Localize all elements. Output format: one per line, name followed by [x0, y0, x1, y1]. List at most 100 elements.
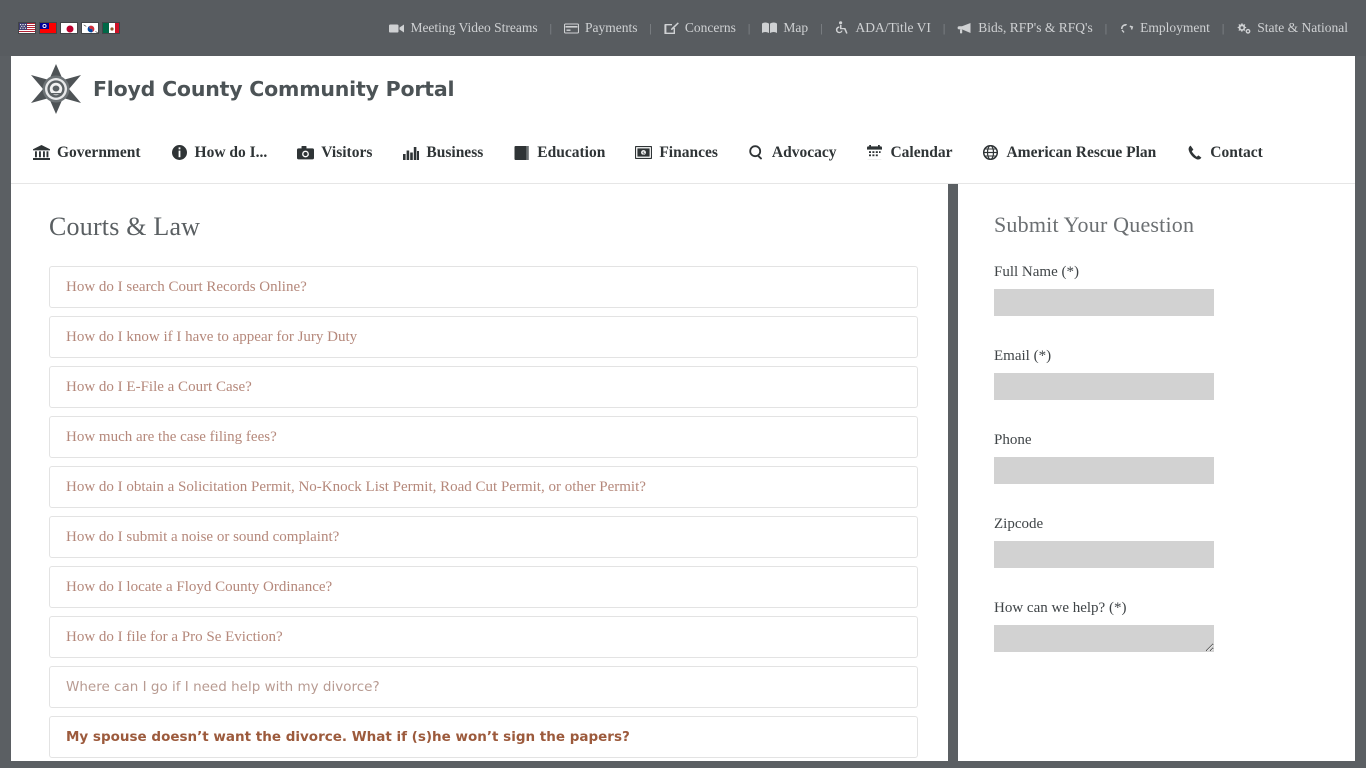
nav-item-contact[interactable]: Contact	[1186, 144, 1263, 162]
nav-item-label: Visitors	[321, 143, 373, 161]
faq-link[interactable]: How do I obtain a Solicitation Permit, N…	[66, 478, 646, 496]
flag-mexico[interactable]	[102, 22, 120, 34]
nav-item-visitors[interactable]: Visitors	[297, 144, 372, 162]
top-link-separator: |	[820, 20, 823, 35]
main-navigation: Government How do I... Visitors Business	[11, 122, 1355, 184]
column-divider	[948, 184, 958, 761]
pencil-square-icon	[664, 21, 679, 35]
top-link-ada-title-vi[interactable]: ADA/Title VI	[830, 20, 934, 36]
search-icon	[748, 145, 765, 161]
top-link-label: Bids, RFP's & RFQ's	[978, 20, 1093, 35]
nav-item-label: Finances	[659, 143, 718, 161]
faq-link[interactable]: How much are the case filing fees?	[66, 428, 277, 446]
info-circle-icon	[171, 145, 188, 161]
how-can-we-help-input[interactable]	[994, 625, 1214, 652]
faq-list-item[interactable]: How do I search Court Records Online?	[49, 266, 918, 308]
brand-bar: Floyd County Community Portal	[11, 56, 1355, 122]
flag-taiwan[interactable]	[39, 22, 57, 34]
nav-item-business[interactable]: Business	[402, 144, 483, 162]
globe-icon	[982, 145, 999, 161]
faq-list: How do I search Court Records Online? Ho…	[49, 266, 918, 758]
top-link-state-and-national[interactable]: State & National	[1232, 20, 1352, 36]
page-title: Courts & Law	[49, 212, 201, 241]
flag-united-states[interactable]	[18, 22, 36, 34]
nav-item-finances[interactable]: $ Finances	[635, 144, 718, 162]
main-content: Courts & Law How do I search Court Recor…	[11, 184, 948, 761]
page-body: Courts & Law How do I search Court Recor…	[11, 184, 1355, 761]
faq-list-item[interactable]: How much are the case filing fees?	[49, 416, 918, 458]
full-name-input[interactable]	[994, 289, 1214, 316]
camera-icon	[297, 145, 315, 161]
faq-link[interactable]: How do I submit a noise or sound complai…	[66, 528, 339, 546]
top-link-employment[interactable]: Employment	[1115, 20, 1214, 36]
sidebar: Submit Your Question Full Name (*) Email…	[958, 184, 1355, 761]
faq-list-item[interactable]: How do I submit a noise or sound complai…	[49, 516, 918, 558]
top-link-separator: |	[549, 20, 553, 35]
wheelchair-icon	[834, 21, 849, 35]
site-header: Floyd County Community Portal Government…	[11, 56, 1355, 184]
top-link-label: Employment	[1140, 20, 1210, 35]
faq-list-item[interactable]: How do I E-File a Court Case?	[49, 366, 918, 408]
faq-link[interactable]: How do I know if I have to appear for Ju…	[66, 328, 357, 346]
faq-link[interactable]: How do I search Court Records Online?	[66, 278, 307, 296]
field-label: Email (*)	[994, 348, 1052, 364]
nav-item-how-do-i[interactable]: How do I...	[171, 143, 268, 162]
nav-item-label: Contact	[1210, 143, 1263, 161]
site-title: Floyd County Community Portal	[93, 77, 455, 101]
email-input[interactable]	[994, 373, 1214, 400]
map-icon	[762, 21, 778, 35]
faq-list-item[interactable]: How do I obtain a Solicitation Permit, N…	[49, 466, 918, 508]
faq-list-item[interactable]: Where can I go if I need help with my di…	[49, 666, 918, 708]
top-link-separator: |	[747, 20, 751, 35]
nav-item-label: Advocacy	[771, 143, 837, 161]
top-link-bids-rfps-rfqs[interactable]: Bids, RFP's & RFQ's	[953, 20, 1096, 36]
book-icon	[513, 145, 530, 161]
top-utility-bar: Meeting Video Streams | Payments | Conce…	[0, 0, 1366, 56]
nav-item-government[interactable]: Government	[33, 144, 141, 162]
top-link-payments[interactable]: Payments	[560, 20, 642, 36]
nav-item-calendar[interactable]: Calendar	[866, 144, 952, 162]
faq-list-item-current[interactable]: My spouse doesn’t want the divorce. What…	[49, 716, 918, 758]
top-link-meeting-video-streams[interactable]: Meeting Video Streams	[385, 20, 541, 36]
faq-link-current[interactable]: My spouse doesn’t want the divorce. What…	[66, 729, 630, 745]
nav-item-label: Business	[426, 143, 484, 161]
cogs-icon	[1236, 21, 1251, 35]
nav-item-american-rescue-plan[interactable]: American Rescue Plan	[982, 144, 1156, 162]
field-label: Zipcode	[994, 516, 1044, 532]
phone-input[interactable]	[994, 457, 1214, 484]
faq-link[interactable]: How do I E-File a Court Case?	[66, 378, 252, 396]
nav-item-advocacy[interactable]: Advocacy	[748, 143, 837, 162]
faq-link[interactable]: Where can I go if I need help with my di…	[66, 679, 380, 695]
field-phone: Phone	[994, 432, 1319, 484]
bar-chart-icon	[402, 145, 419, 161]
top-link-separator: |	[1221, 20, 1225, 35]
language-flag-switcher[interactable]	[18, 22, 120, 34]
field-full-name: Full Name (*)	[994, 264, 1319, 316]
nav-item-label: How do I...	[194, 143, 268, 161]
top-link-concerns[interactable]: Concerns	[660, 20, 740, 36]
faq-link[interactable]: How do I locate a Floyd County Ordinance…	[66, 578, 332, 596]
credit-card-icon	[564, 21, 580, 35]
top-link-label: Map	[783, 20, 809, 35]
top-link-separator: |	[1104, 20, 1108, 35]
faq-list-item[interactable]: How do I know if I have to appear for Ju…	[49, 316, 918, 358]
zipcode-input[interactable]	[994, 541, 1214, 568]
handshake-icon	[1119, 21, 1134, 35]
field-label: How can we help? (*)	[994, 600, 1127, 616]
flag-japan[interactable]	[60, 22, 78, 34]
county-seal-star-logo-icon[interactable]	[29, 62, 83, 116]
faq-link[interactable]: How do I file for a Pro Se Eviction?	[66, 628, 283, 646]
top-link-map[interactable]: Map	[758, 20, 812, 36]
flag-south-korea[interactable]	[81, 22, 99, 34]
nav-item-label: American Rescue Plan	[1006, 143, 1157, 161]
nav-item-education[interactable]: Education	[513, 144, 605, 162]
top-link-label: State & National	[1257, 20, 1348, 35]
phone-icon	[1186, 145, 1203, 161]
video-camera-icon	[389, 21, 405, 35]
faq-list-item[interactable]: How do I locate a Floyd County Ordinance…	[49, 566, 918, 608]
calendar-icon	[866, 145, 883, 161]
top-link-separator: |	[942, 20, 946, 35]
field-email: Email (*)	[994, 348, 1319, 400]
faq-list-item[interactable]: How do I file for a Pro Se Eviction?	[49, 616, 918, 658]
top-links: Meeting Video Streams | Payments | Conce…	[385, 20, 1352, 36]
